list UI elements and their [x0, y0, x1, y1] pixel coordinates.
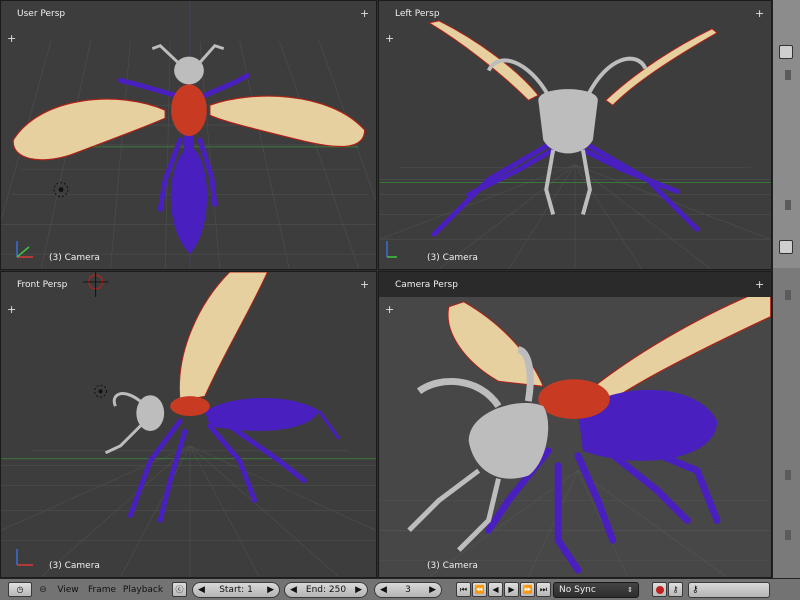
scene-user-persp: [1, 1, 376, 269]
key-icon: ⚷: [692, 585, 699, 595]
menu-playback[interactable]: Playback: [123, 582, 163, 598]
axes-gizmo-icon: [386, 241, 397, 258]
decrement-icon[interactable]: ◀: [380, 585, 387, 595]
jump-keyframe-forward-icon[interactable]: ⏩: [520, 582, 535, 597]
scroll-handle[interactable]: [785, 200, 791, 210]
scroll-handle[interactable]: [785, 470, 791, 480]
end-frame-value: End: 250: [305, 585, 347, 595]
start-frame-value: Start: 1: [219, 585, 253, 595]
increment-icon[interactable]: ▶: [429, 585, 436, 595]
current-frame-field[interactable]: ◀ 3 ▶: [374, 582, 442, 598]
sync-mode-select[interactable]: No Sync ⇕: [553, 582, 639, 598]
plus-icon[interactable]: +: [755, 8, 764, 19]
scene-front-persp: [1, 272, 376, 577]
scroll-handle[interactable]: [785, 290, 791, 300]
plus-icon[interactable]: +: [7, 33, 16, 44]
decrement-icon[interactable]: ◀: [198, 585, 205, 595]
panel-toggle-button[interactable]: [779, 240, 793, 254]
viewport-camera-label: (3) Camera: [427, 253, 478, 263]
increment-icon[interactable]: ▶: [267, 585, 274, 595]
side-properties-strip: [772, 0, 800, 578]
timeline-header: ◷ ⊖ View Frame Playback ⓒ ◀ Start: 1 ▶ ◀…: [0, 578, 800, 600]
collapse-menu-icon[interactable]: ⊖: [38, 582, 48, 598]
end-frame-field[interactable]: ◀ End: 250 ▶: [284, 582, 368, 598]
plus-icon[interactable]: +: [385, 304, 394, 315]
jump-keyframe-back-icon[interactable]: ⏪: [472, 582, 487, 597]
scene-camera-persp: [379, 286, 771, 577]
jump-end-icon[interactable]: ⏭: [536, 582, 551, 597]
dropdown-arrows-icon: ⇕: [627, 586, 633, 594]
keying-set-field[interactable]: ⚷: [688, 582, 770, 598]
blender-window: User Persp + + (3) Camera Left Persp + +…: [0, 0, 800, 600]
plus-icon[interactable]: +: [7, 304, 16, 315]
sync-mode-value: No Sync: [559, 585, 596, 595]
editor-type-clock-icon[interactable]: ◷: [8, 582, 32, 597]
viewport-camera-label: (3) Camera: [49, 253, 100, 263]
viewport-user-persp[interactable]: User Persp + + (3) Camera: [0, 0, 377, 270]
jump-start-icon[interactable]: ⏮: [456, 582, 471, 597]
plus-icon[interactable]: +: [360, 279, 369, 290]
viewport-camera-label: (3) Camera: [427, 561, 478, 571]
viewport-label: Front Persp: [17, 280, 68, 290]
viewport-front-persp[interactable]: Front Persp + + (3) Camera: [0, 271, 377, 578]
viewport-label: Left Persp: [395, 9, 440, 19]
viewport-left-persp[interactable]: Left Persp + + (3) Camera: [378, 0, 772, 270]
viewport-label: Camera Persp: [395, 280, 458, 290]
scene-left-persp: [379, 20, 771, 269]
start-frame-field[interactable]: ◀ Start: 1 ▶: [192, 582, 280, 598]
side-strip-upper: [773, 0, 800, 268]
preview-range-icon[interactable]: ⓒ: [172, 582, 187, 597]
viewport-camera-label: (3) Camera: [49, 561, 100, 571]
play-reverse-icon[interactable]: ◀: [488, 582, 503, 597]
axes-gizmo-icon: [16, 549, 33, 566]
plus-icon[interactable]: +: [755, 279, 764, 290]
current-frame-value: 3: [405, 585, 411, 595]
viewport-label: User Persp: [17, 9, 66, 19]
increment-icon[interactable]: ▶: [355, 585, 362, 595]
axes-gizmo-icon: [16, 241, 33, 258]
key-icon[interactable]: ⚷: [668, 582, 683, 597]
scroll-handle[interactable]: [785, 530, 791, 540]
plus-icon[interactable]: +: [360, 8, 369, 19]
record-icon[interactable]: [652, 582, 667, 597]
panel-toggle-button[interactable]: [779, 45, 793, 59]
play-icon[interactable]: ▶: [504, 582, 519, 597]
menu-frame[interactable]: Frame: [87, 582, 117, 598]
scroll-handle[interactable]: [785, 70, 791, 80]
decrement-icon[interactable]: ◀: [290, 585, 297, 595]
menu-view[interactable]: View: [56, 582, 80, 598]
viewport-camera-persp[interactable]: Camera Persp + + (3) Camera: [378, 271, 772, 578]
plus-icon[interactable]: +: [385, 33, 394, 44]
